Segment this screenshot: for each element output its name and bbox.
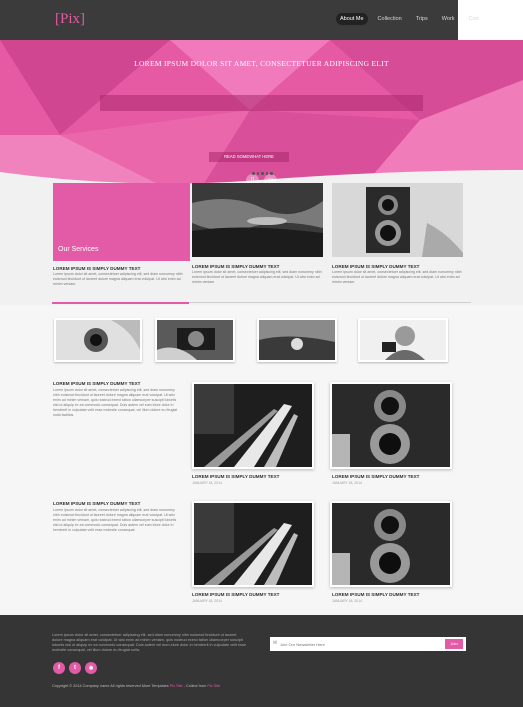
gallery-item-date: JANUARY 18, 2014 — [192, 599, 222, 603]
nav-item-about[interactable]: About Me — [336, 13, 368, 25]
gallery-item-title: LOREM IPSUM IS SIMPLY DUMMY TEXT — [192, 474, 280, 479]
gallery-photo[interactable] — [192, 501, 314, 587]
camera-hands-photo — [157, 320, 233, 360]
gallery-photo[interactable] — [192, 382, 314, 469]
gallery-item-title: LOREM IPSUM IS SIMPLY DUMMY TEXT — [332, 474, 420, 479]
newsletter-input[interactable] — [280, 640, 440, 648]
gallery-block-title: LOREM IPSUM IS SIMPLY DUMMY TEXT — [53, 501, 141, 506]
newsletter-join-button[interactable]: Join — [445, 639, 463, 649]
main-nav: About Me Collection Trips Work Con — [336, 13, 483, 25]
slider-dot[interactable] — [261, 172, 264, 175]
gallery-thumb[interactable] — [257, 318, 337, 362]
gallery-thumb[interactable] — [155, 318, 235, 362]
sky-photo[interactable] — [192, 183, 323, 257]
hero-title: LOREM IPSUM DOLOR SIT AMET, CONSECTETUER… — [134, 59, 389, 68]
gallery-item-date: JANUARY 18, 2014 — [332, 599, 362, 603]
gallery-photo[interactable] — [330, 382, 452, 469]
rss-icon[interactable]: ◉ — [85, 662, 97, 674]
card-title: LOREM IPSUM IS SIMPLY DUMMY TEXT — [53, 266, 141, 271]
card-text: Lorem ipsum dolor sit amet, consectetuer… — [53, 272, 183, 286]
slider-dot[interactable] — [252, 172, 255, 175]
site-logo[interactable]: [Pix] — [55, 11, 85, 28]
gallery-item-date: JANUARY 18, 2014 — [332, 481, 362, 485]
nav-item-trips[interactable]: Trips — [412, 13, 432, 25]
hero-title-bar — [100, 95, 423, 111]
field-photo — [259, 320, 335, 360]
facebook-icon[interactable]: f — [53, 662, 65, 674]
card-title: LOREM IPSUM IS SIMPLY DUMMY TEXT — [192, 264, 280, 269]
gallery-block-text: Lorem ipsum dolor sit amet, consectetuer… — [53, 388, 178, 417]
gallery-item-title: LOREM IPSUM IS SIMPLY DUMMY TEXT — [332, 592, 420, 597]
copyright-link[interactable]: Pix Site — [207, 684, 220, 688]
gallery-item-title: LOREM IPSUM IS SIMPLY DUMMY TEXT — [192, 592, 280, 597]
twitter-icon[interactable]: t — [69, 662, 81, 674]
gallery-photo[interactable] — [330, 501, 452, 587]
gallery-block-text: Lorem ipsum dolor sit amet, consectetuer… — [53, 508, 177, 532]
footer — [0, 615, 523, 707]
photographer-photo — [56, 320, 140, 360]
hero-read-more-button[interactable]: READ SOMEWHAT HERE — [209, 152, 289, 162]
twin-lens-camera-photo — [332, 503, 450, 585]
slider-dots — [252, 172, 273, 175]
nav-item-contact[interactable]: Con — [464, 13, 482, 25]
light-trails-photo — [194, 384, 312, 467]
footer-text: Lorem ipsum dolor sit amet, consectetuer… — [52, 633, 246, 652]
gallery-item-date: JANUARY 18, 2014 — [192, 481, 222, 485]
light-trails-photo — [194, 503, 312, 585]
smiling-woman-photo — [360, 320, 446, 360]
card-title: LOREM IPSUM IS SIMPLY DUMMY TEXT — [332, 264, 420, 269]
page: [Pix] About Me Collection Trips Work Con… — [0, 0, 523, 707]
gallery-thumb[interactable] — [358, 318, 448, 362]
slider-dot[interactable] — [270, 172, 273, 175]
section-divider — [189, 302, 471, 303]
nav-item-work[interactable]: Work — [438, 13, 459, 25]
twin-lens-camera-photo — [332, 384, 450, 467]
mail-icon: ✉ — [273, 640, 278, 646]
gallery-thumb[interactable] — [54, 318, 142, 362]
section-divider-accent — [52, 302, 189, 304]
nav-item-collection[interactable]: Collection — [374, 13, 406, 25]
card-text: Lorem ipsum dolor sit amet, consectetuer… — [192, 270, 322, 284]
copyright-text: - Collect from — [182, 684, 208, 688]
vintage-camera-photo[interactable] — [332, 183, 463, 257]
copyright: Copyright © 2014 Company name All rights… — [52, 684, 220, 688]
copyright-link[interactable]: Pix Site — [170, 684, 183, 688]
slider-dot[interactable] — [265, 172, 268, 175]
gallery-block-title: LOREM IPSUM IS SIMPLY DUMMY TEXT — [53, 381, 141, 386]
services-label: Our Services — [58, 246, 99, 253]
copyright-text: Copyright © 2014 Company name All rights… — [52, 684, 170, 688]
slider-dot[interactable] — [256, 172, 259, 175]
card-text: Lorem ipsum dolor sit amet, consectetuer… — [332, 270, 462, 284]
